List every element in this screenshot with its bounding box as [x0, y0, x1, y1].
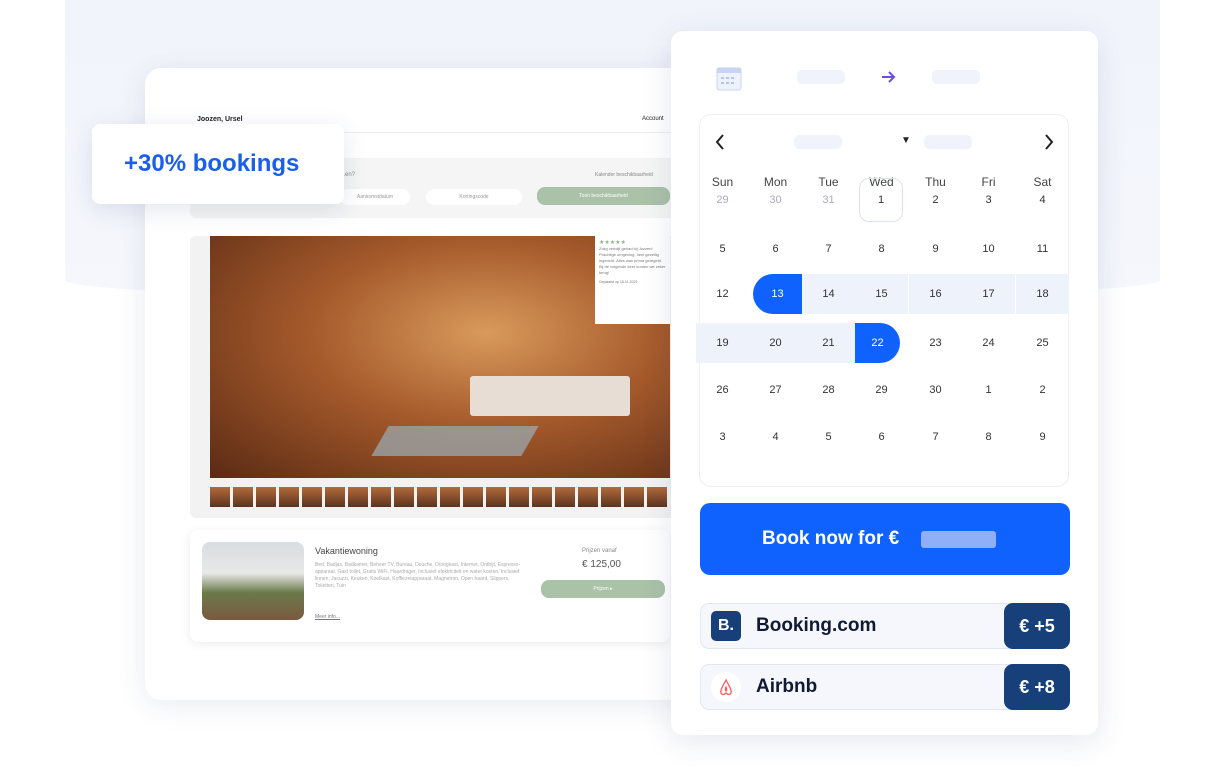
calendar-day[interactable]: 20 [749, 323, 802, 363]
price-placeholder [921, 530, 997, 548]
listing-description: Bed, Badjas, Badkamer, Beheer TV, Bureau… [315, 562, 521, 589]
calendar-icon [716, 67, 742, 91]
book-now-button[interactable]: Book now for € [700, 503, 1070, 575]
ota-airbnb[interactable]: Airbnb € +8 [700, 664, 1070, 710]
booking-panel: ▼ Sun Mon Tue Wed Thu Fri Sat 29 30 31 1 2 3 4 5 6 7 8 9 10… [671, 31, 1098, 735]
calendar-day[interactable]: 16 [909, 274, 962, 314]
calendar-day[interactable]: 3 [696, 417, 749, 457]
month-select[interactable] [794, 135, 842, 149]
next-month-button[interactable] [1043, 133, 1055, 151]
calendar-day[interactable]: 24 [962, 323, 1015, 363]
calendar-day[interactable]: 19 [696, 323, 749, 363]
rug [371, 426, 539, 456]
ota-price: € +5 [1004, 603, 1070, 649]
calendar-day[interactable]: 8 [855, 229, 908, 269]
review-date: Geplaatst op 18-11-2021 [599, 280, 638, 284]
calendar-day[interactable]: 7 [909, 417, 962, 457]
calendar-day[interactable]: 26 [696, 370, 749, 410]
room-photo[interactable]: ★★★★★ Zolig verblijf gehad bij Jozzen! P… [210, 236, 670, 478]
check-in-date[interactable] [797, 70, 845, 84]
thumbnail-strip[interactable] [210, 487, 667, 507]
ota-name: Airbnb [756, 676, 818, 697]
calendar-day[interactable]: 29 [696, 180, 749, 220]
ota-name: Booking.com [756, 615, 877, 636]
calendar-day[interactable]: 2 [909, 180, 962, 220]
calendar-day[interactable]: 14 [802, 274, 855, 314]
prices-button[interactable]: Prijzen ▸ [541, 580, 665, 598]
calendar-day[interactable]: 17 [962, 274, 1015, 314]
photo-gallery: ★★★★★ Zolig verblijf gehad bij Jozzen! P… [190, 236, 680, 518]
calendar-day[interactable]: 31 [802, 180, 855, 220]
calendar-day[interactable]: 18 [1016, 274, 1069, 314]
listing-title: Vakantiewoning [315, 546, 378, 556]
promo-input[interactable]: Kortingscode [426, 189, 522, 205]
calendar-day[interactable]: 6 [855, 417, 908, 457]
year-select[interactable] [924, 135, 972, 149]
ota-price: € +8 [1004, 664, 1070, 710]
calendar-day[interactable]: 23 [909, 323, 962, 363]
calendar-day[interactable]: 5 [696, 229, 749, 269]
review-card: ★★★★★ Zolig verblijf gehad bij Jozzen! P… [595, 236, 670, 324]
calendar-day[interactable]: 9 [909, 229, 962, 269]
calendar-day[interactable]: 27 [749, 370, 802, 410]
arrow-right-icon [882, 71, 896, 83]
price-label: Prijzen vanaf [582, 548, 617, 554]
show-availability-button[interactable]: Toon beschikbaarheid [537, 187, 670, 205]
calendar-day[interactable]: 5 [802, 417, 855, 457]
booking-logo: B. [711, 611, 741, 641]
date-input[interactable]: Aankomstdatum [340, 189, 410, 205]
listing-price: € 125,00 [582, 559, 621, 570]
calendar-day[interactable]: 30 [909, 370, 962, 410]
calendar-day[interactable]: 28 [802, 370, 855, 410]
review-text: Zolig verblijf gehad bij Jozzen! Prachti… [599, 246, 666, 275]
calendar-day[interactable]: 4 [749, 417, 802, 457]
calendar-day[interactable]: 6 [749, 229, 802, 269]
ota-booking-com[interactable]: B. Booking.com € +5 [700, 603, 1070, 649]
listing-photo[interactable] [202, 542, 304, 620]
calendar-day[interactable]: 8 [962, 417, 1015, 457]
calendar-day[interactable]: 2 [1016, 370, 1069, 410]
calendar-day[interactable]: 22 [855, 323, 900, 363]
calendar-day[interactable]: 4 [1016, 180, 1069, 220]
book-now-label: Book now for € [762, 528, 900, 549]
calendar-day[interactable]: 7 [802, 229, 855, 269]
calendar-day[interactable]: 12 [696, 274, 749, 314]
calendar-day[interactable]: 29 [855, 370, 908, 410]
listing-card: Vakantiewoning Bed, Badjas, Badkamer, Be… [190, 530, 670, 642]
airbnb-icon [711, 672, 741, 702]
calendar-link[interactable]: Kalender beschikbaarheid [595, 172, 653, 178]
calendar: ▼ Sun Mon Tue Wed Thu Fri Sat 29 30 31 1 2 3 4 5 6 7 8 9 10… [696, 114, 1069, 487]
calendar-day[interactable]: 3 [962, 180, 1015, 220]
prev-month-button[interactable] [714, 133, 726, 151]
calendar-day[interactable]: 15 [855, 274, 908, 314]
calendar-day[interactable]: 1 [859, 178, 903, 222]
calendar-day[interactable]: 13 [753, 274, 802, 314]
account-link[interactable]: Account [642, 116, 664, 122]
calendar-day[interactable]: 30 [749, 180, 802, 220]
bookings-growth-badge: +30% bookings [92, 124, 344, 204]
host-name: Joozen, Ursel [197, 116, 243, 123]
calendar-day[interactable]: 21 [802, 323, 855, 363]
calendar-day[interactable]: 1 [962, 370, 1015, 410]
calendar-day[interactable]: 25 [1016, 323, 1069, 363]
calendar-day[interactable]: 10 [962, 229, 1015, 269]
caret-down-icon[interactable]: ▼ [901, 135, 911, 146]
more-info-link[interactable]: Meer info... [315, 614, 340, 620]
calendar-day[interactable]: 11 [1016, 229, 1069, 269]
bed [470, 376, 630, 416]
check-out-date[interactable] [932, 70, 980, 84]
calendar-day[interactable]: 9 [1016, 417, 1069, 457]
